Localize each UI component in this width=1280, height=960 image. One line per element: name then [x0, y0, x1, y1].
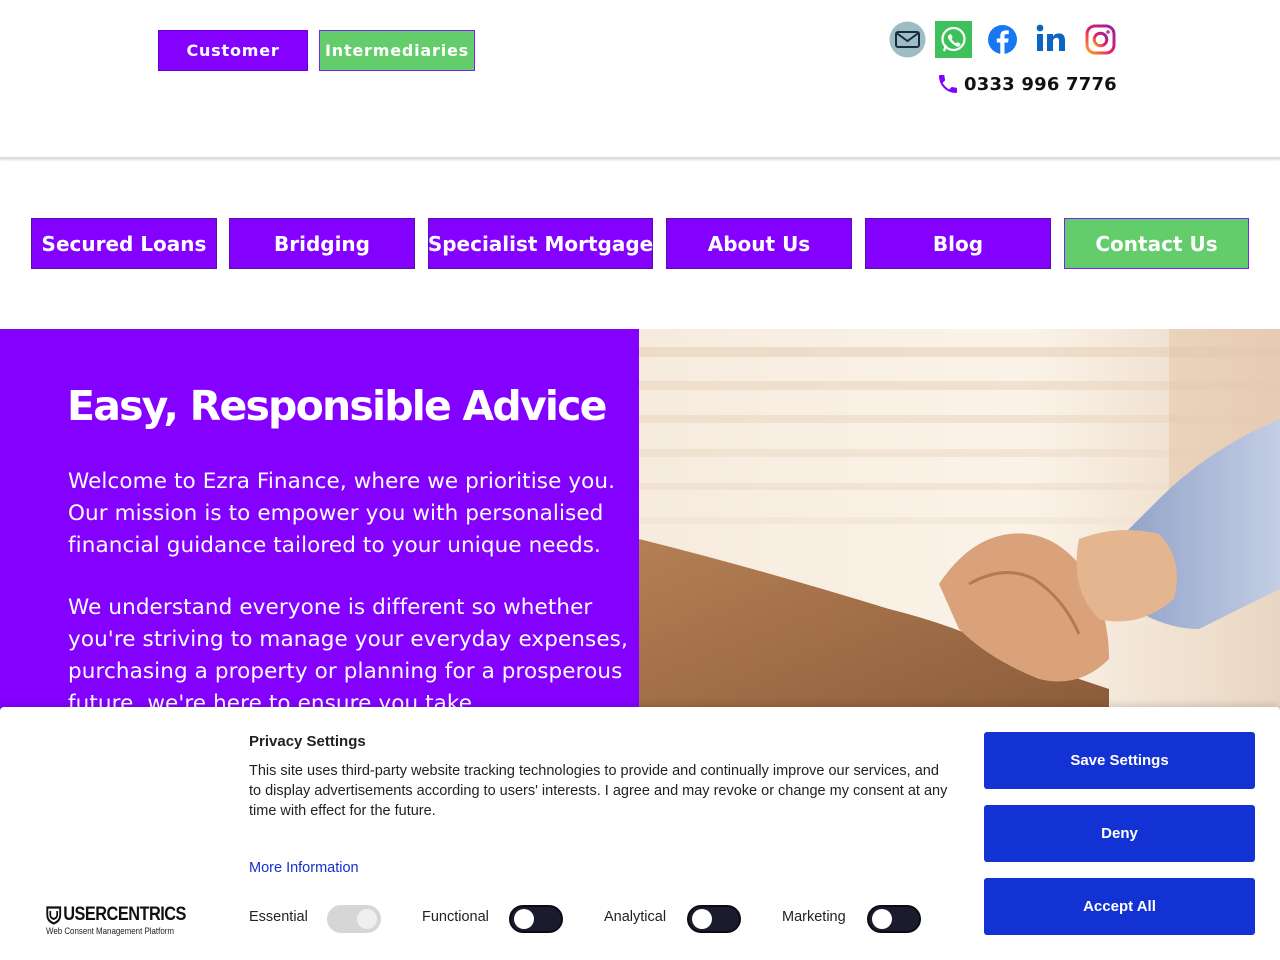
nav-bridging[interactable]: Bridging — [229, 218, 415, 269]
hero-image-handshake — [639, 329, 1280, 729]
toggle-label-essential: Essential — [249, 909, 308, 925]
toggle-functional[interactable] — [509, 905, 563, 933]
privacy-settings-title: Privacy Settings — [249, 733, 366, 750]
instagram-icon[interactable] — [1082, 21, 1119, 58]
nav-blog[interactable]: Blog — [865, 218, 1051, 269]
linkedin-icon[interactable] — [1033, 21, 1070, 58]
nav-specialist-mortgage[interactable]: Specialist Mortgage — [428, 218, 653, 269]
intermediaries-button[interactable]: Intermediaries — [319, 30, 475, 71]
hero-paragraph-2: We understand everyone is different so w… — [68, 595, 628, 716]
toggle-marketing[interactable] — [867, 905, 921, 933]
deny-button[interactable]: Deny — [984, 805, 1255, 862]
nav-secured-loans[interactable]: Secured Loans — [31, 218, 217, 269]
usercentrics-logo: USERCENTRICS Web Consent Management Plat… — [46, 904, 209, 936]
toggle-essential — [327, 905, 381, 933]
shield-icon — [46, 905, 62, 925]
usercentrics-subtitle: Web Consent Management Platform — [46, 926, 174, 936]
toggle-label-analytical: Analytical — [604, 909, 667, 925]
hero-title: Easy, Responsible Advice — [67, 382, 607, 430]
nav-about-us[interactable]: About Us — [666, 218, 852, 269]
header-divider — [0, 157, 1280, 159]
phone-contact[interactable]: 0333 996 7776 — [936, 70, 1117, 98]
customer-button[interactable]: Customer — [158, 30, 308, 71]
nav-contact-us[interactable]: Contact Us — [1064, 218, 1249, 269]
toggle-label-functional: Functional — [422, 909, 489, 925]
toggle-label-marketing: Marketing — [782, 909, 846, 925]
usercentrics-brand: USERCENTRICS — [63, 904, 186, 925]
save-settings-button[interactable]: Save Settings — [984, 732, 1255, 789]
accept-all-button[interactable]: Accept All — [984, 878, 1255, 935]
whatsapp-icon[interactable] — [935, 21, 972, 58]
privacy-settings-text: This site uses third-party website track… — [249, 763, 948, 819]
email-icon[interactable] — [889, 21, 926, 58]
phone-number[interactable]: 0333 996 7776 — [964, 74, 1117, 95]
hero-paragraph-1: Welcome to Ezra Finance, where we priori… — [68, 469, 616, 558]
more-information-link[interactable]: More Information — [249, 860, 359, 876]
toggle-analytical[interactable] — [687, 905, 741, 933]
phone-icon — [936, 72, 960, 96]
facebook-icon[interactable] — [984, 21, 1021, 58]
